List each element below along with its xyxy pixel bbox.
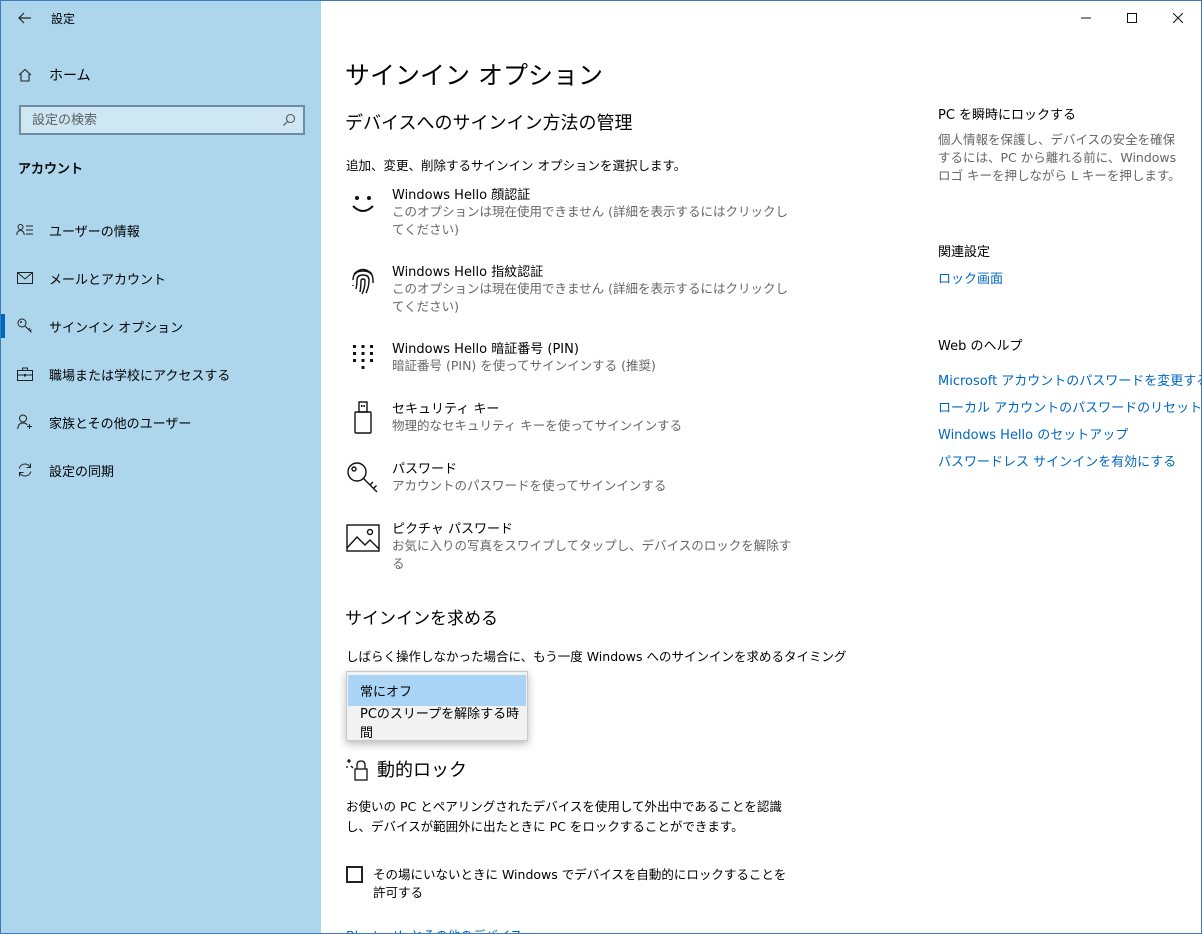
maximize-icon xyxy=(1127,13,1137,23)
minimize-button[interactable] xyxy=(1063,1,1109,35)
title-bar: 設定 xyxy=(1,1,321,35)
key-icon xyxy=(1,318,49,334)
option-title: Windows Hello 指紋認証 xyxy=(392,265,544,280)
window-title: 設定 xyxy=(51,11,76,26)
sidebar: 設定 ホーム アカウント ユーザーの情報 xyxy=(1,1,321,933)
mail-icon xyxy=(1,272,49,284)
briefcase-icon xyxy=(1,367,49,381)
dynamic-lock-description: お使いの PC とペアリングされたデバイスを使用して外出中であることを認識し、デ… xyxy=(346,799,782,834)
add-user-icon xyxy=(1,414,49,430)
lock-pc-heading: PC を瞬時にロックする xyxy=(938,108,1077,123)
search-icon[interactable] xyxy=(275,113,303,127)
sidebar-item-label: 設定の同期 xyxy=(49,464,115,480)
pin-keypad-icon xyxy=(345,340,381,376)
require-signin-description: しばらく操作しなかった場合に、もう一度 Windows へのサインインを求めるタ… xyxy=(346,649,847,664)
option-fingerprint[interactable]: Windows Hello 指紋認証 このオプションは現在使用できません (詳細… xyxy=(345,261,805,321)
dynamic-lock-checkbox-row[interactable]: その場にいないときに Windows でデバイスを自動的にロックすることを許可す… xyxy=(346,866,796,902)
sidebar-nav: ユーザーの情報 メールとアカウント サインイン オプション 職場または学校にアク… xyxy=(1,206,321,494)
dynamic-lock-checkbox[interactable] xyxy=(346,866,363,883)
option-subtitle: 暗証番号 (PIN) を使ってサインインする (推奨) xyxy=(392,358,656,373)
option-password[interactable]: パスワード アカウントのパスワードを使ってサインインする xyxy=(345,458,805,503)
help-link-reset-local-password[interactable]: ローカル アカウントのパスワードのリセット xyxy=(938,397,1201,416)
window-controls xyxy=(1063,1,1201,35)
option-title: パスワード xyxy=(392,462,458,477)
sidebar-item-label: 家族とその他のユーザー xyxy=(49,416,192,432)
require-signin-heading: サインインを求める xyxy=(345,609,498,629)
settings-window: 設定 ホーム アカウント ユーザーの情報 xyxy=(0,0,1202,934)
sync-icon xyxy=(1,462,49,478)
close-button[interactable] xyxy=(1155,1,1201,35)
option-subtitle: 物理的なセキュリティ キーを使ってサインインする xyxy=(392,418,683,433)
manage-description: 追加、変更、削除するサインイン オプションを選択します。 xyxy=(346,158,687,173)
search-box[interactable] xyxy=(19,105,305,135)
picture-icon xyxy=(345,520,381,556)
lock-pc-description: 個人情報を保護し、デバイスの安全を確保するには、PC から離れる前に、Windo… xyxy=(938,132,1181,183)
option-picture-password[interactable]: ピクチャ パスワード お気に入りの写真をスワイプしてタップし、デバイスのロックを… xyxy=(345,518,805,571)
option-title: Windows Hello 顔認証 xyxy=(392,188,531,203)
option-security-key[interactable]: セキュリティ キー 物理的なセキュリティ キーを使ってサインインする xyxy=(345,398,805,443)
lock-screen-link[interactable]: ロック画面 xyxy=(938,268,1003,287)
dynamic-lock-heading: 動的ロック xyxy=(377,760,467,781)
option-subtitle: このオプションは現在使用できません (詳細を表示するにはクリックしてください) xyxy=(392,281,788,314)
usb-key-icon xyxy=(345,400,381,436)
close-icon xyxy=(1173,13,1183,23)
password-key-icon xyxy=(345,460,381,496)
page-title: サインイン オプション xyxy=(345,61,603,90)
help-link-windows-hello-setup[interactable]: Windows Hello のセットアップ xyxy=(938,424,1128,443)
sidebar-item-sync[interactable]: 設定の同期 xyxy=(1,446,321,494)
search-input[interactable] xyxy=(30,111,275,129)
sidebar-section-label: アカウント xyxy=(18,162,84,177)
option-pin[interactable]: Windows Hello 暗証番号 (PIN) 暗証番号 (PIN) を使って… xyxy=(345,338,805,383)
back-button[interactable] xyxy=(1,1,49,35)
sidebar-item-sign-in-options[interactable]: サインイン オプション xyxy=(1,302,321,350)
sidebar-item-label: メールとアカウント xyxy=(49,272,167,288)
sidebar-item-family[interactable]: 家族とその他のユーザー xyxy=(1,398,321,446)
dynamic-lock-heading-row: 動的ロック xyxy=(345,756,467,782)
face-icon xyxy=(345,186,381,222)
sidebar-item-user-info[interactable]: ユーザーの情報 xyxy=(1,206,321,254)
dynamic-lock-icon xyxy=(346,759,368,781)
user-info-icon xyxy=(1,223,49,237)
sidebar-item-label: ユーザーの情報 xyxy=(49,224,140,240)
help-link-passwordless[interactable]: パスワードレス サインインを有効にする xyxy=(938,451,1176,470)
option-subtitle: このオプションは現在使用できません (詳細を表示するにはクリックしてください) xyxy=(392,204,788,237)
manage-heading: デバイスへのサインイン方法の管理 xyxy=(345,113,633,134)
bluetooth-link[interactable]: Bluetooth とその他のデバイス xyxy=(346,925,522,933)
back-arrow-icon xyxy=(18,12,31,24)
sidebar-item-work-school[interactable]: 職場または学校にアクセスする xyxy=(1,350,321,398)
dropdown-option-wake-from-sleep[interactable]: PCのスリープを解除する時間 xyxy=(348,706,526,741)
sidebar-item-label: サインイン オプション xyxy=(49,320,184,336)
option-face[interactable]: Windows Hello 顔認証 このオプションは現在使用できません (詳細を… xyxy=(345,184,805,244)
related-settings-heading: 関連設定 xyxy=(938,245,991,260)
minimize-icon xyxy=(1081,17,1091,19)
web-help-heading: Web のヘルプ xyxy=(938,339,1023,354)
dynamic-lock-checkbox-label: その場にいないときに Windows でデバイスを自動的にロックすることを許可す… xyxy=(373,867,787,900)
sidebar-item-mail-accounts[interactable]: メールとアカウント xyxy=(1,254,321,302)
home-icon xyxy=(1,67,49,83)
fingerprint-icon xyxy=(345,263,381,299)
option-subtitle: アカウントのパスワードを使ってサインインする xyxy=(392,478,667,493)
option-title: Windows Hello 暗証番号 (PIN) xyxy=(392,342,579,357)
require-signin-dropdown[interactable]: 常にオフ PCのスリープを解除する時間 xyxy=(346,671,528,741)
sidebar-item-home[interactable]: ホーム xyxy=(1,59,321,91)
dropdown-option-always-off[interactable]: 常にオフ xyxy=(348,675,526,706)
sidebar-item-label: ホーム xyxy=(49,68,91,84)
maximize-button[interactable] xyxy=(1109,1,1155,35)
help-link-change-ms-password[interactable]: Microsoft アカウントのパスワードを変更する xyxy=(938,370,1201,389)
option-title: セキュリティ キー xyxy=(392,402,500,417)
sidebar-item-label: 職場または学校にアクセスする xyxy=(49,368,231,384)
option-subtitle: お気に入りの写真をスワイプしてタップし、デバイスのロックを解除する xyxy=(392,538,792,571)
option-title: ピクチャ パスワード xyxy=(392,522,514,537)
